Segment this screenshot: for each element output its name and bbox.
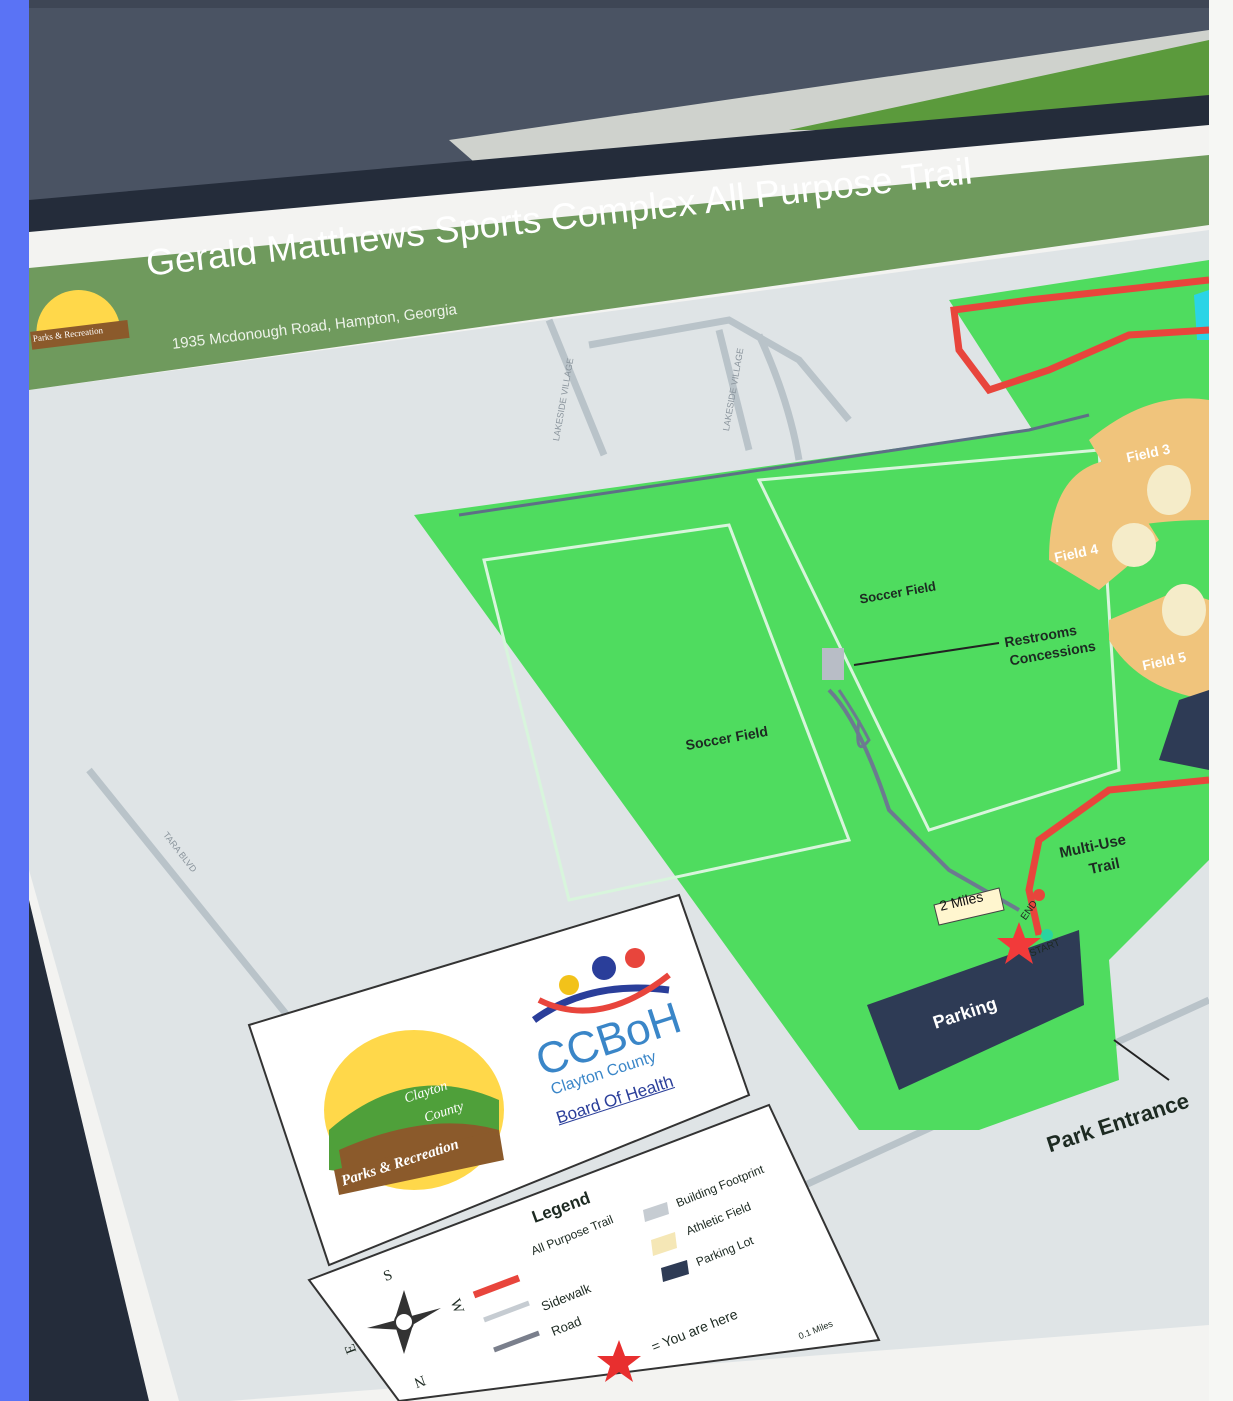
restroom-building-icon <box>822 648 844 680</box>
page: Gerald Matthews Sports Complex All Purpo… <box>0 0 1233 1401</box>
trail-sign-photo: Gerald Matthews Sports Complex All Purpo… <box>29 0 1209 1401</box>
left-accent-bar <box>0 0 29 1401</box>
right-margin <box>1209 0 1233 1401</box>
header-parks-logo: Parks & Recreation <box>29 284 130 355</box>
